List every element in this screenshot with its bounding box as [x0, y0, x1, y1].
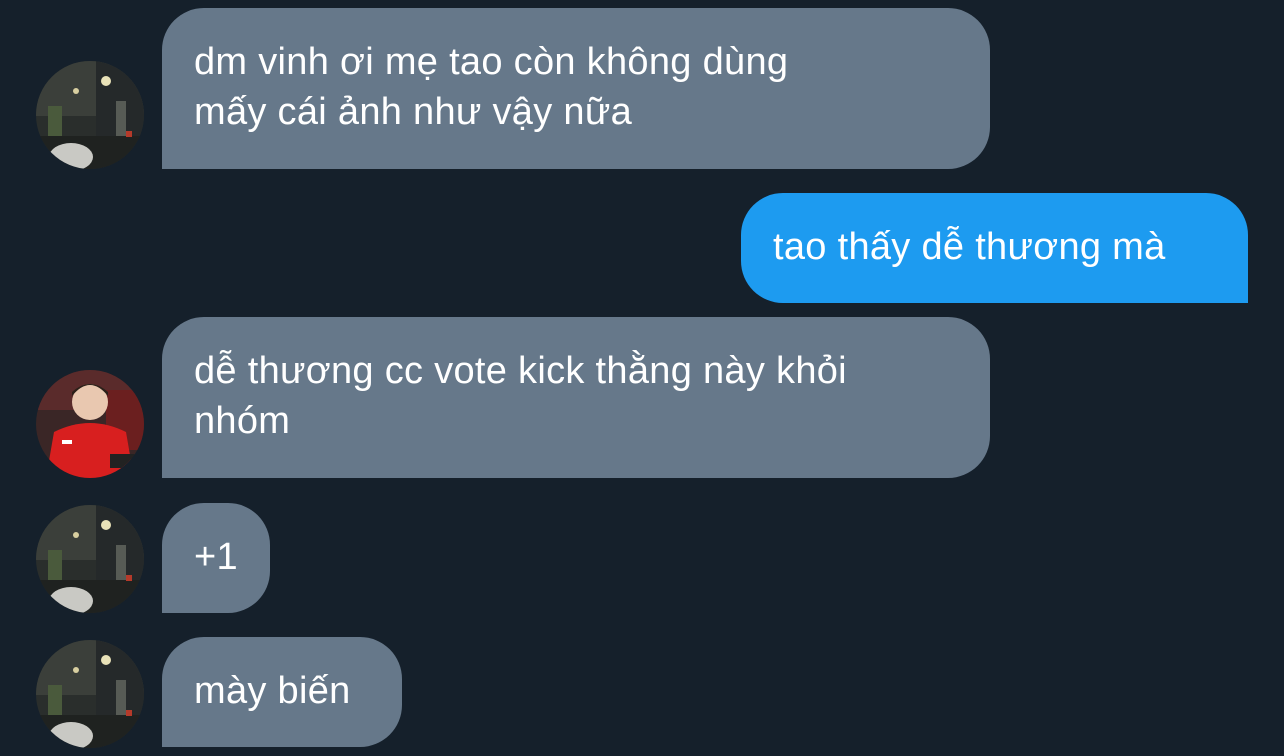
message-bubble-incoming[interactable]: +1 — [162, 503, 270, 613]
message-text: dễ thương cc vote kick thằng này khỏi nh… — [194, 350, 847, 442]
message-text: dm vinh ơi mẹ tao còn không dùng mấy cái… — [194, 41, 789, 133]
message-text: +1 — [194, 536, 238, 578]
avatar-night-street[interactable] — [36, 640, 144, 748]
avatar-night-street[interactable] — [36, 505, 144, 613]
message-bubble-incoming[interactable]: mày biến — [162, 637, 402, 747]
message-bubble-outgoing[interactable]: tao thấy dễ thương mà — [741, 193, 1248, 303]
message-text: tao thấy dễ thương mà — [773, 226, 1166, 268]
message-bubble-incoming[interactable]: dễ thương cc vote kick thằng này khỏi nh… — [162, 317, 990, 478]
message-text: mày biến — [194, 670, 351, 712]
message-bubble-incoming[interactable]: dm vinh ơi mẹ tao còn không dùng mấy cái… — [162, 8, 990, 169]
avatar-red-jacket[interactable] — [36, 370, 144, 478]
avatar-night-street[interactable] — [36, 61, 144, 169]
